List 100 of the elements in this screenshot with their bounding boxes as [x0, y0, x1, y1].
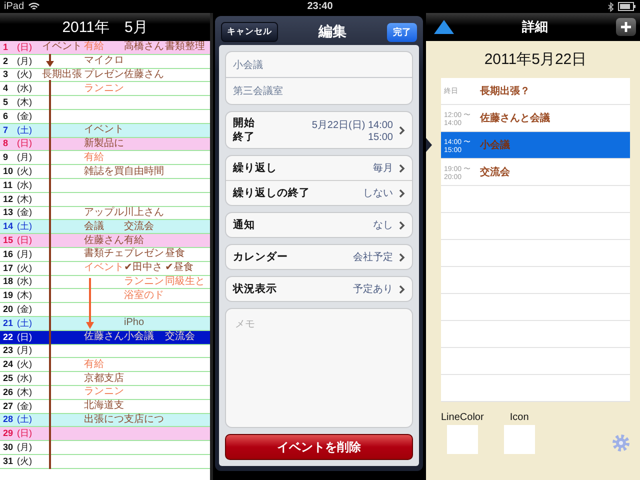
- delete-event-button[interactable]: イベントを削除: [225, 434, 413, 460]
- weekday-label: (火): [17, 360, 32, 370]
- day-row[interactable]: 14 (土) 会議 交流会: [0, 220, 210, 234]
- event-label[interactable]: 佐藤さん: [84, 332, 124, 342]
- event-label[interactable]: アップル: [84, 208, 124, 218]
- day-row[interactable]: 13 (金) アップル川上さん: [0, 206, 210, 220]
- chevron-icon: [399, 220, 405, 230]
- event-label[interactable]: 長期出張: [42, 70, 82, 80]
- event-label[interactable]: iPho: [124, 318, 144, 328]
- day-row[interactable]: 4 (水) ランニン: [0, 82, 210, 96]
- wifi-icon: [28, 2, 40, 11]
- start-label: 開始: [233, 116, 256, 130]
- event-label[interactable]: マイクロ: [84, 56, 124, 66]
- day-row[interactable]: 19 (木) 浴室のド: [0, 289, 210, 304]
- setting-row[interactable]: 繰り返しの終了 しない: [226, 181, 412, 205]
- icon-swatch[interactable]: [504, 425, 535, 454]
- day-row[interactable]: 27 (金) 北海道支: [0, 400, 210, 414]
- event-label[interactable]: 京都支店: [84, 374, 124, 384]
- day-row[interactable]: 11 (水): [0, 178, 210, 193]
- event-label[interactable]: ✔田中さ: [124, 263, 162, 274]
- event-label[interactable]: 自由時間: [124, 166, 164, 177]
- line-color-swatch[interactable]: [446, 425, 478, 454]
- event-label[interactable]: 有給: [124, 236, 144, 246]
- title-field[interactable]: 小会議: [225, 51, 413, 78]
- day-row[interactable]: 6 (金): [0, 110, 210, 124]
- setting-row[interactable]: 状況表示 予定あり: [226, 277, 412, 301]
- day-row[interactable]: 5 (木): [0, 96, 210, 110]
- memo-field[interactable]: メモ: [225, 308, 413, 428]
- day-row[interactable]: 25 (水) 京都支店: [0, 372, 210, 386]
- day-row[interactable]: 17 (火) イベント✔田中さ ✔昼食: [0, 262, 210, 276]
- day-row[interactable]: 28 (土) 出張につ支店につ: [0, 414, 210, 428]
- day-row[interactable]: 16 (月) 書類チェプレゼン 昼食: [0, 248, 210, 262]
- day-row[interactable]: 2 (月) マイクロ: [0, 54, 210, 69]
- chevron-icon: [399, 284, 405, 294]
- day-row[interactable]: 8 (日) 新製品に: [0, 138, 210, 152]
- done-button[interactable]: 完了: [387, 22, 417, 42]
- day-number: 10: [3, 167, 14, 176]
- weekday-label: (月): [17, 56, 32, 66]
- event-label[interactable]: プレゼン: [84, 70, 124, 80]
- event-label[interactable]: 書類チェ: [84, 249, 124, 260]
- day-row[interactable]: 24 (火) 有給: [0, 358, 210, 372]
- day-row[interactable]: 3 (火) 長期出張 プレゼン佐藤さん: [0, 68, 210, 82]
- chevron-icon: [399, 164, 405, 172]
- setting-label: 繰り返し: [233, 161, 278, 175]
- event-label[interactable]: 書類整理: [165, 42, 205, 52]
- time-row[interactable]: 開始 終了 5月22日(日) 14:00 15:00: [226, 112, 412, 148]
- day-number: 20: [3, 305, 14, 314]
- event-label[interactable]: 佐藤さん: [84, 236, 124, 246]
- event-label[interactable]: イベント: [84, 125, 124, 136]
- settings-icon[interactable]: [612, 434, 630, 452]
- setting-row[interactable]: カレンダー 会社予定: [226, 245, 412, 269]
- day-row[interactable]: 12 (木): [0, 192, 210, 207]
- day-row[interactable]: 1 (日) イベント 有給 高橋さん書類整理: [0, 41, 210, 55]
- day-row[interactable]: 7 (土) イベント: [0, 124, 210, 138]
- chevron-icon: [399, 126, 405, 134]
- day-row[interactable]: 22 (日) 佐藤さん小会議 交流会: [0, 330, 210, 345]
- setting-label: カレンダー: [233, 250, 289, 264]
- day-number: 16: [3, 250, 14, 259]
- event-label[interactable]: 小会議: [124, 332, 154, 342]
- event-label[interactable]: 川上さん: [124, 208, 164, 218]
- event-label[interactable]: 出張につ: [84, 414, 124, 425]
- weekday-label: (木): [17, 194, 32, 204]
- day-row[interactable]: 23 (月): [0, 344, 210, 358]
- add-button[interactable]: [616, 18, 636, 36]
- event-label[interactable]: 新製品に: [84, 138, 124, 149]
- day-row[interactable]: 20 (金): [0, 303, 210, 317]
- location-field[interactable]: 第三会議室: [225, 78, 413, 105]
- event-label[interactable]: イベント: [42, 42, 82, 52]
- weekday-label: (月): [17, 250, 32, 259]
- cancel-button[interactable]: キャンセル: [221, 22, 278, 42]
- event-label[interactable]: 支店につ: [124, 414, 164, 425]
- setting-row[interactable]: 繰り返し 毎月: [226, 156, 412, 180]
- day-row[interactable]: 26 (木) ランニン: [0, 386, 210, 400]
- weekday-label: (金): [17, 112, 32, 121]
- day-row[interactable]: 15 (日) 佐藤さん有給: [0, 234, 210, 248]
- day-row[interactable]: 30 (月): [0, 441, 210, 455]
- event-label[interactable]: 佐藤さん: [124, 70, 164, 80]
- weekday-label: (木): [17, 388, 32, 397]
- event-label[interactable]: プレゼン: [124, 249, 164, 260]
- weekday-label: (土): [17, 415, 32, 424]
- event-label[interactable]: 交流会: [165, 332, 195, 342]
- setting-row[interactable]: 通知 なし: [226, 213, 412, 237]
- event-label[interactable]: 会議: [84, 222, 104, 232]
- weekday-label: (火): [17, 264, 32, 273]
- event-label[interactable]: 雑誌を買: [84, 166, 124, 177]
- event-label[interactable]: 北海道支: [84, 401, 124, 412]
- event-label[interactable]: 昼食: [165, 249, 185, 260]
- day-number: 4: [3, 84, 10, 94]
- event-label[interactable]: ✔昼食: [165, 263, 194, 274]
- day-number: 27: [3, 402, 14, 411]
- event-label[interactable]: 高橋さん: [124, 42, 164, 52]
- weekday-label: (金): [17, 208, 32, 218]
- event-label[interactable]: 交流会: [124, 222, 154, 232]
- triangle-icon[interactable]: [434, 20, 454, 34]
- day-row[interactable]: 31 (火): [0, 454, 210, 469]
- day-number: 7: [3, 126, 10, 135]
- day-row[interactable]: 9 (月) 有給: [0, 151, 210, 166]
- day-row[interactable]: 21 (土) iPho: [0, 316, 210, 331]
- day-row[interactable]: 10 (火) 雑誌を買自由時間: [0, 165, 210, 179]
- day-number: 30: [3, 443, 14, 452]
